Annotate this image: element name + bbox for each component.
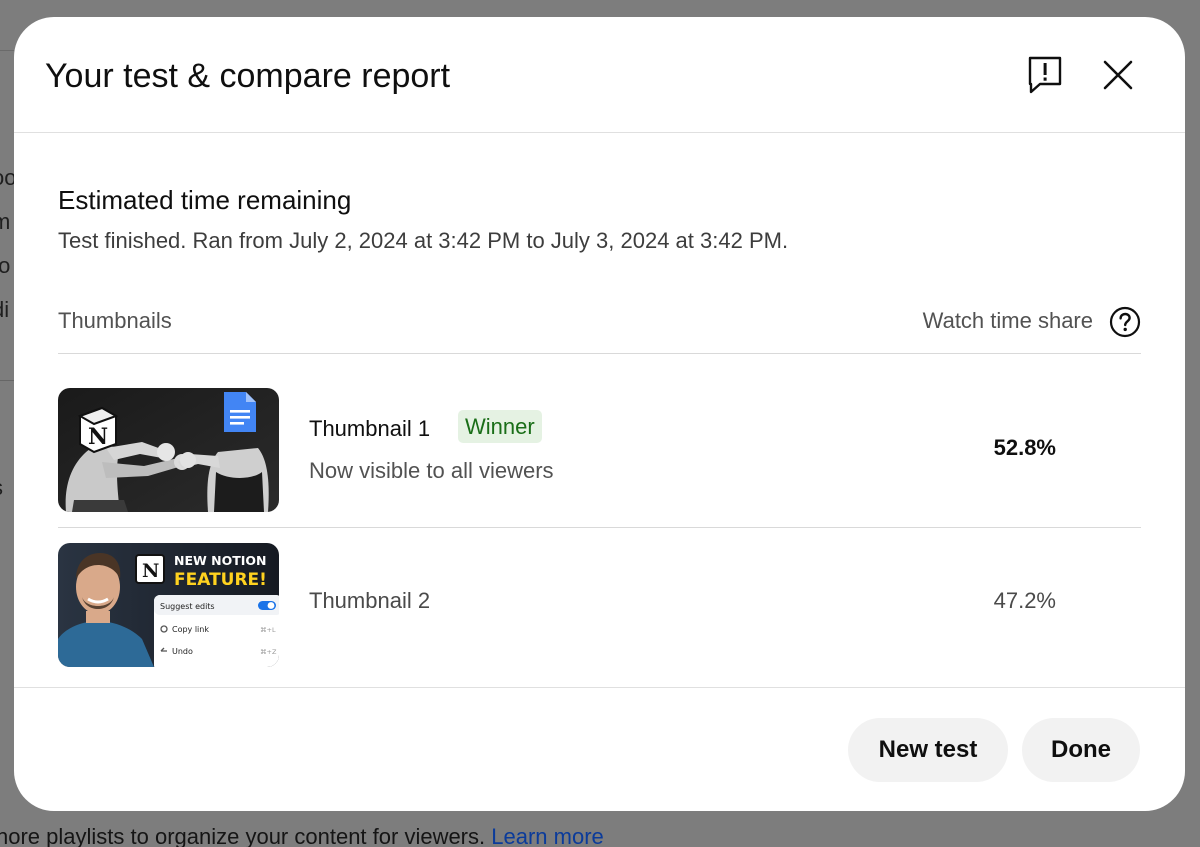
test-compare-report-dialog: Your test & compare report Estimated tim… bbox=[14, 17, 1185, 811]
done-button[interactable]: Done bbox=[1022, 718, 1140, 782]
background-text-fragment: to bbox=[0, 253, 11, 278]
close-icon bbox=[1103, 60, 1133, 90]
dialog-footer: New test Done bbox=[14, 687, 1185, 811]
thumbnail-2-menu-shortcut: ⌘+Z bbox=[260, 648, 277, 656]
thumbnail-2-headline-1: NEW NOTION bbox=[174, 553, 267, 568]
background-footer-label: nore playlists to organize your content … bbox=[0, 824, 486, 847]
background-text-fragment: di bbox=[0, 297, 10, 322]
table-row: N NEW NOTION FEATURE! Suggest edits Copy… bbox=[58, 528, 1141, 688]
feedback-icon bbox=[1028, 56, 1062, 94]
new-test-button[interactable]: New test bbox=[848, 718, 1008, 782]
column-header-thumbnails: Thumbnails bbox=[58, 308, 172, 333]
thumbnail-2-menu-item: Suggest edits bbox=[160, 602, 215, 611]
test-status-text: Test finished. Ran from July 2, 2024 at … bbox=[58, 228, 789, 253]
thumbnail-1-watch-share: 52.8% bbox=[993, 435, 1056, 460]
thumbnail-2-menu-item: Copy link bbox=[172, 625, 209, 634]
background-text-fragment: m bbox=[0, 209, 11, 234]
thumbnail-2-image: N NEW NOTION FEATURE! Suggest edits Copy… bbox=[58, 543, 279, 667]
results-table-header: Thumbnails Watch time share bbox=[58, 304, 1141, 354]
thumbnail-2-headline-2: FEATURE! bbox=[174, 570, 267, 590]
close-button[interactable] bbox=[1098, 55, 1138, 95]
thumbnail-1-label: Thumbnail 1 bbox=[309, 416, 431, 441]
dialog-title: Your test & compare report bbox=[45, 57, 451, 95]
learn-more-link[interactable]: Learn more bbox=[491, 824, 604, 847]
background-text-fragment: s bbox=[0, 476, 3, 500]
thumbnail-2-label: Thumbnail 2 bbox=[309, 588, 431, 613]
thumbnail-2-menu-item: Undo bbox=[172, 647, 193, 656]
svg-text:N: N bbox=[142, 560, 159, 582]
column-header-watch-time-share: Watch time share bbox=[922, 308, 1093, 333]
thumbnail-2-menu-shortcut: ⌘+L bbox=[260, 626, 276, 634]
thumbnail-1-status: Now visible to all viewers bbox=[309, 458, 554, 483]
section-title: Estimated time remaining bbox=[58, 185, 352, 215]
svg-text:N: N bbox=[88, 424, 108, 450]
table-row: N Thumbnail 1 Winner Now visible to all … bbox=[58, 372, 1141, 528]
feedback-button[interactable] bbox=[1025, 55, 1065, 95]
help-icon[interactable] bbox=[1109, 306, 1141, 338]
background-divider bbox=[0, 380, 14, 381]
background-footer-text: nore playlists to organize your content … bbox=[0, 824, 604, 847]
thumbnail-1-image: N bbox=[58, 388, 279, 512]
dialog-header: Your test & compare report bbox=[14, 17, 1185, 133]
thumbnail-2-watch-share: 47.2% bbox=[993, 588, 1056, 613]
background-divider bbox=[0, 50, 14, 51]
winner-badge: Winner bbox=[458, 410, 542, 443]
